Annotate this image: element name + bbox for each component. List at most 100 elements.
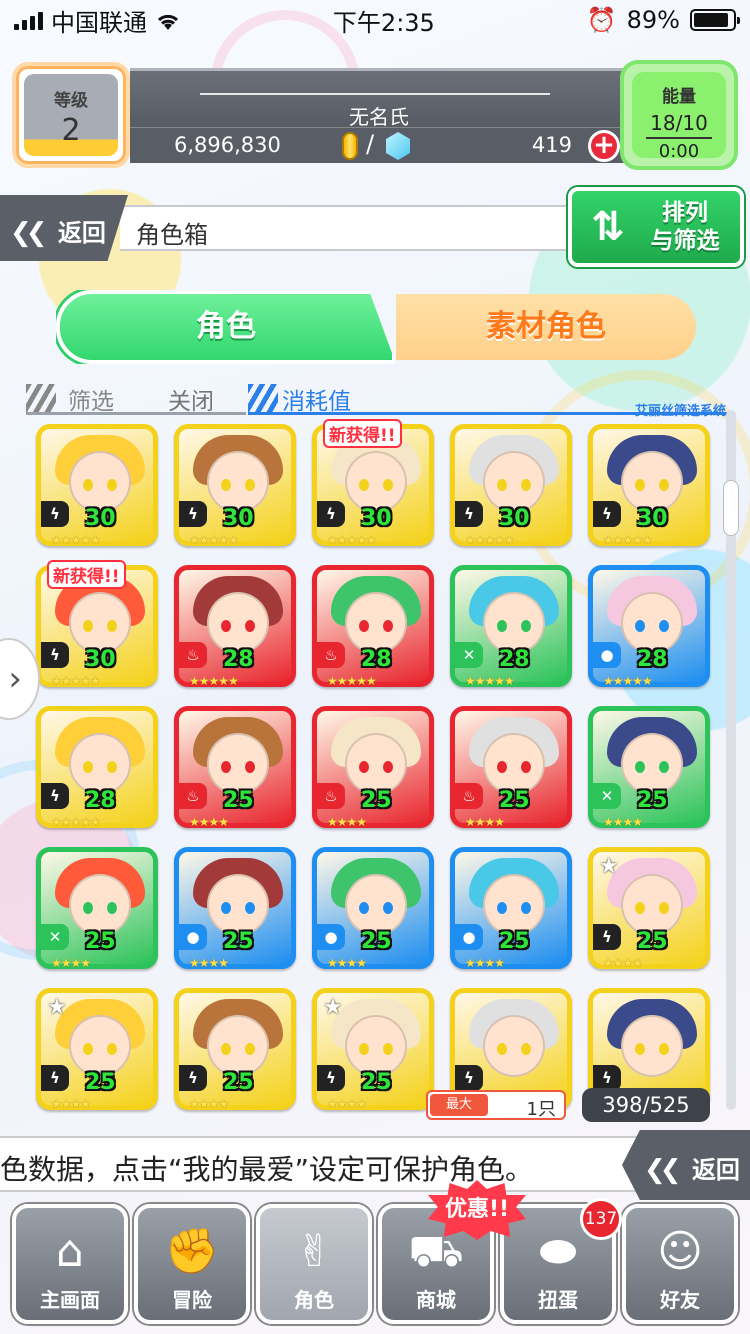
rarity-stars: ★★★★★	[465, 533, 515, 547]
tab-characters[interactable]: 角色	[56, 290, 396, 364]
rabbit-icon: ✌	[295, 1226, 333, 1277]
rarity-stars: ★★★★	[189, 1097, 229, 1111]
nav-label: 扭蛋	[538, 1288, 578, 1312]
notification-badge: 137	[580, 1198, 622, 1240]
cost-value: 25	[85, 929, 116, 954]
character-card[interactable]: ϟ 30 ★★★★★ 新获得!!	[312, 419, 434, 547]
character-card[interactable]: ● 28 ★★★★★	[588, 565, 710, 688]
scroll-thumb[interactable]	[723, 480, 739, 536]
nav-label: 冒险	[172, 1288, 212, 1312]
character-card[interactable]: ● 25 ★★★★	[450, 847, 572, 970]
fire-attribute-icon: ♨	[317, 783, 345, 809]
player-header: 等级 2 无名氏 6,896,830 / 419 + 能量 18/10 0:00	[12, 60, 738, 170]
thunder-attribute-icon: ϟ	[41, 1065, 69, 1091]
thunder-attribute-icon: ϟ	[179, 1065, 207, 1091]
character-card[interactable]: ϟ 25 ★★★★ ★	[588, 847, 710, 970]
character-card[interactable]: ✕ 25 ★★★★	[588, 706, 710, 829]
thunder-attribute-icon: ϟ	[41, 501, 69, 527]
character-card[interactable]: ϟ 28 ★★★★★	[36, 706, 158, 829]
cost-value: 25	[223, 1070, 254, 1095]
cost-value: 25	[361, 929, 392, 954]
water-attribute-icon: ●	[593, 642, 621, 668]
rarity-stars: ★★★★	[327, 815, 367, 829]
character-card[interactable]: ϟ 30 ★★★★★	[450, 424, 572, 547]
rarity-stars: ★★★★	[51, 1097, 91, 1111]
character-card[interactable]: ● 25 ★★★★	[312, 847, 434, 970]
character-card[interactable]: ✕ 28 ★★★★★	[450, 565, 572, 688]
character-card[interactable]: ♨ 28 ★★★★★	[174, 565, 296, 688]
rarity-stars: ★★★★★	[603, 674, 653, 688]
fire-attribute-icon: ♨	[317, 642, 345, 668]
wifi-icon	[155, 10, 181, 30]
wind-attribute-icon: ✕	[455, 642, 483, 668]
ticker-text: 色数据，点击“我的最爱”设定可保护角色。	[0, 1153, 534, 1186]
double-chevron-left-icon: ❮❮	[10, 218, 47, 248]
sort-filter-button[interactable]: ⇅ 排列 与筛选	[568, 187, 744, 267]
clock-label: 下午2:35	[332, 8, 435, 37]
character-card[interactable]: ϟ 30 ★★★★★ 新获得!!	[36, 560, 158, 688]
character-card[interactable]: ϟ 25 ★★★★	[174, 988, 296, 1111]
character-card[interactable]: ✕ 25 ★★★★	[36, 847, 158, 970]
character-card[interactable]: ♨ 25 ★★★★	[312, 706, 434, 829]
wind-attribute-icon: ✕	[41, 924, 69, 950]
water-attribute-icon: ●	[317, 924, 345, 950]
filter-value[interactable]: 关闭	[168, 382, 214, 416]
filter-label[interactable]: 筛选	[68, 382, 114, 416]
energy-value: 18/10	[650, 111, 708, 135]
scrollbar[interactable]	[723, 410, 739, 1110]
rarity-stars: ★★★★★	[51, 815, 101, 829]
sort-value[interactable]: 消耗值	[282, 382, 351, 416]
character-card[interactable]: ϟ 30 ★★★★★	[174, 424, 296, 547]
add-gems-button[interactable]: +	[588, 130, 620, 162]
thunder-attribute-icon: ϟ	[317, 501, 345, 527]
nav-friends[interactable]: ☺ 好友	[622, 1204, 738, 1324]
page-title: 角色箱	[120, 205, 600, 251]
hint-ticker: 色数据，点击“我的最爱”设定可保护角色。 ❮❮ 返回	[0, 1130, 750, 1200]
character-card[interactable]: ϟ 30 ★★★★★	[588, 424, 710, 547]
tab-material-characters[interactable]: 素材角色	[396, 294, 696, 360]
rarity-stars: ★★★★	[189, 956, 229, 970]
nav-home[interactable]: ⌂ 主画面	[12, 1204, 128, 1324]
wind-attribute-icon: ✕	[593, 783, 621, 809]
max-count-badge: 最大 1只	[426, 1090, 566, 1120]
nav-adventure[interactable]: ✊ 冒险	[134, 1204, 250, 1324]
level-label: 等级	[54, 91, 88, 111]
character-grid: ϟ 30 ★★★★★ ϟ 30 ★★★★★ ϟ 30 ★★★★★ 新获得!! ϟ 30 ★★★★★ ϟ 30…	[36, 419, 726, 1124]
friends-icon: ☺	[657, 1226, 703, 1277]
thunder-attribute-icon: ϟ	[455, 501, 483, 527]
gem-count: 419	[531, 133, 572, 157]
thunder-attribute-icon: ϟ	[593, 501, 621, 527]
rarity-stars: ★★★★★	[465, 674, 515, 688]
fire-attribute-icon: ♨	[179, 642, 207, 668]
character-card[interactable]: ♨ 25 ★★★★	[450, 706, 572, 829]
rarity-stars: ★★★★★	[189, 674, 239, 688]
bottom-nav: ⌂ 主画面 ✊ 冒险 ✌ 角色 ⛟ 商城 ⬬ 扭蛋 ☺ 好友 优惠!! 137	[0, 1180, 750, 1334]
back-label: 返回	[57, 219, 106, 247]
energy-timer: 0:00	[658, 141, 700, 162]
character-card[interactable]: ϟ 25 ★★★★ ★	[312, 988, 434, 1111]
home-icon: ⌂	[56, 1226, 84, 1277]
nav-characters[interactable]: ✌ 角色	[256, 1204, 372, 1324]
coin-count: 6,896,830	[174, 133, 281, 157]
level-value: 2	[61, 113, 81, 148]
cost-value: 30	[499, 506, 530, 531]
character-card[interactable]: ♨ 28 ★★★★★	[312, 565, 434, 688]
character-card[interactable]: ● 25 ★★★★	[174, 847, 296, 970]
character-card[interactable]: ϟ 25 ★★★★ ★	[36, 988, 158, 1111]
nav-label: 好友	[660, 1288, 700, 1312]
thunder-attribute-icon: ϟ	[41, 642, 69, 668]
character-card[interactable]: ϟ 30 ★★★★★	[36, 424, 158, 547]
sort-label-line2: 与筛选	[650, 228, 720, 254]
thunder-attribute-icon: ϟ	[179, 501, 207, 527]
cost-value: 25	[85, 1070, 116, 1095]
water-attribute-icon: ●	[179, 924, 207, 950]
back-button[interactable]: ❮❮ 返回	[0, 195, 128, 261]
filter-stripes-icon	[26, 384, 56, 412]
player-panel: 无名氏 6,896,830 / 419 +	[130, 68, 628, 163]
cost-value: 28	[361, 647, 392, 672]
nav-label: 商城	[416, 1288, 456, 1312]
character-card[interactable]: ♨ 25 ★★★★	[174, 706, 296, 829]
back-button-bottom[interactable]: ❮❮ 返回	[622, 1130, 750, 1200]
cost-value: 25	[361, 788, 392, 813]
status-bar: 中国联通 下午2:35 ⏰ 89%	[0, 0, 750, 40]
